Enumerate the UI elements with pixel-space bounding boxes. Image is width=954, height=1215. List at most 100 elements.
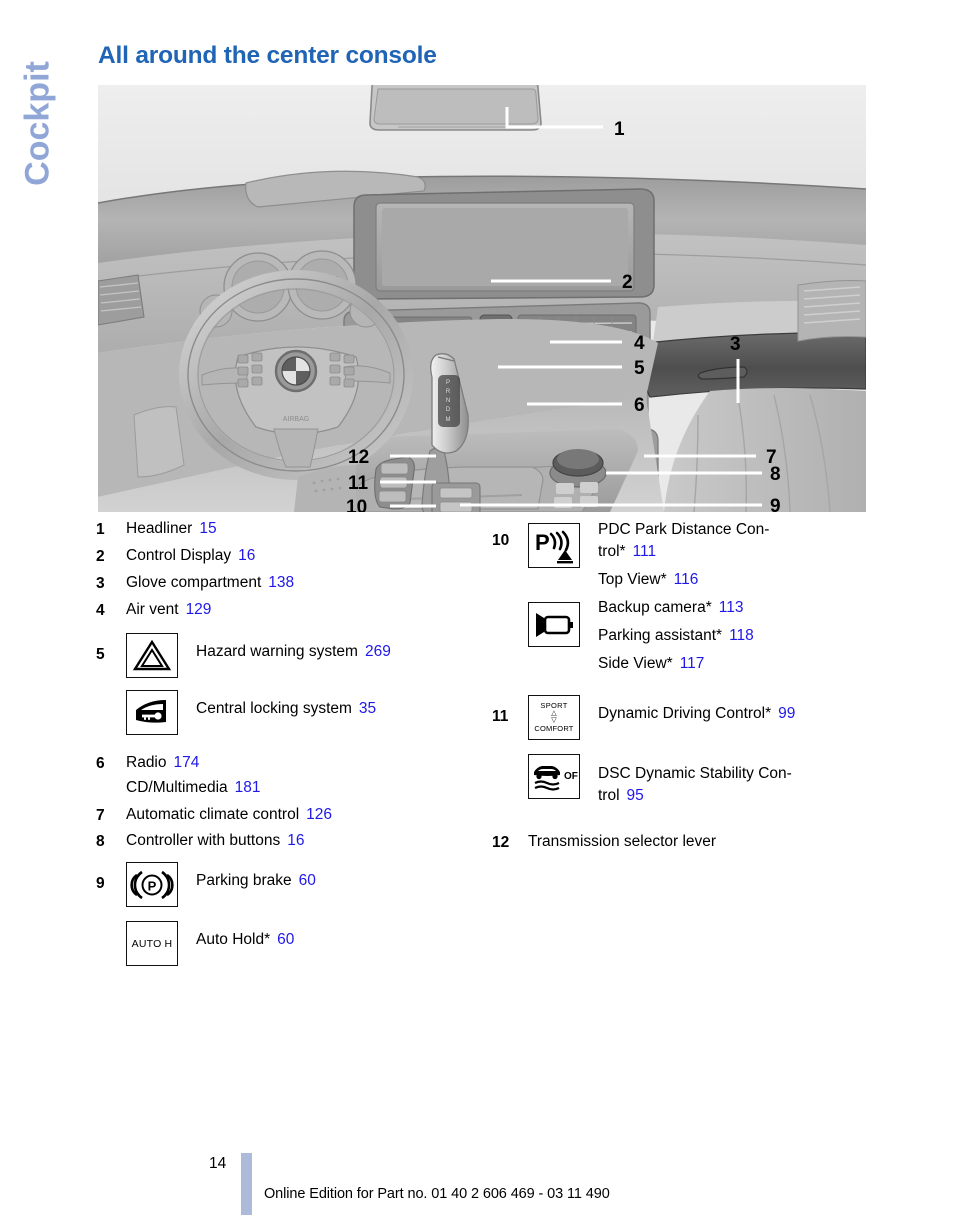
page-reference[interactable]: 60	[277, 931, 294, 948]
page-reference[interactable]: 15	[199, 520, 216, 537]
page-reference[interactable]: 269	[365, 643, 391, 660]
legend-entry: Transmission selector lever	[528, 832, 892, 853]
central-locking-door-key-icon	[126, 689, 178, 735]
callout-2: 2	[622, 272, 633, 293]
legend-entry: Control Display 16	[126, 546, 496, 567]
legend-label: Headliner	[126, 520, 193, 537]
page-reference[interactable]: 116	[674, 571, 699, 588]
legend-label: Air vent	[126, 600, 179, 618]
svg-text:D: D	[446, 407, 451, 413]
page-reference[interactable]: 118	[729, 627, 754, 644]
legend-entry: Controller with buttons 16	[126, 831, 496, 852]
page-reference[interactable]: 126	[306, 806, 332, 823]
legend-label: PDC Park Distance Con-	[598, 521, 770, 538]
legend-number: 4	[96, 601, 105, 619]
legend-item-8: 8 Controller with buttons 16	[96, 831, 496, 856]
auto-hold-icon-label: AUTO H	[131, 937, 173, 950]
dsc-off-icon: OFF	[528, 753, 580, 799]
page-reference[interactable]: 16	[238, 547, 255, 564]
svg-text:P: P	[446, 380, 450, 386]
svg-text:P: P	[535, 530, 550, 555]
sport-comfort-dynamic-drive-icon: SPORT △ ▽ COMFORT	[528, 694, 580, 740]
page-reference[interactable]: 174	[174, 754, 200, 771]
svg-text:N: N	[446, 398, 450, 404]
center-console-illustration: P R N D M AIRBAG 1 2 3 4 5 6 7 8 9 10 11…	[98, 85, 866, 512]
legend-label: Auto Hold*	[196, 931, 271, 949]
legend-sub-entry: CD/Multimedia 181	[126, 778, 496, 799]
legend-number: 11	[492, 707, 509, 725]
legend-entry: Glove compartment 138	[126, 573, 496, 594]
page-reference[interactable]: 117	[680, 655, 705, 672]
callout-12: 12	[348, 447, 369, 468]
legend-label: Glove compartment	[126, 573, 262, 591]
legend-label: Control Display	[126, 546, 232, 564]
legend-entry: Automatic climate control 126	[126, 805, 496, 826]
callout-5: 5	[634, 358, 645, 379]
page-reference[interactable]: 99	[778, 705, 795, 722]
legend-item-1: 1 Headliner 15	[96, 519, 496, 544]
legend-label: Top View*	[598, 571, 667, 588]
legend-label: Side View*	[598, 654, 673, 672]
legend-label: Dynamic Driving Control*	[598, 704, 772, 722]
callout-6: 6	[634, 395, 645, 416]
legend-item-2: 2 Control Display 16	[96, 546, 496, 571]
page-reference[interactable]: 138	[268, 574, 294, 591]
chapter-tab-label: Cockpit	[18, 61, 57, 186]
pdc-park-distance-control-icon: P	[528, 523, 580, 568]
callout-10: 10	[346, 497, 367, 512]
page-reference[interactable]: 113	[719, 599, 744, 616]
legend-number: 3	[96, 574, 105, 592]
legend-entry: PDC Park Distance Con- trol* 111	[598, 519, 858, 563]
legend-sub-entry: Parking assistant* 118	[598, 626, 892, 647]
legend-number: 12	[492, 833, 510, 851]
page-number: 14	[209, 1155, 227, 1172]
legend-item-7: 7 Automatic climate control 126	[96, 805, 496, 830]
legend-icon-entry: P PDC Park Distance Con- trol* 111 Top V…	[528, 519, 892, 679]
legend-left-column: 1 Headliner 15 2 Control Display 16 3 Glov…	[96, 519, 496, 977]
page-reference[interactable]: 16	[287, 832, 304, 849]
legend-item-11: 11 SPORT △ ▽ COMFORT Dynamic Driving Con…	[492, 694, 892, 816]
legend-icon-entry: OFF DSC Dynamic Stability Con- trol 95	[528, 753, 892, 807]
legend-icon-entry: Central locking system 35	[126, 689, 496, 735]
legend-sub-entry: Backup camera* 113	[598, 598, 892, 619]
legend-label: DSC Dynamic Stability Con-	[598, 764, 792, 782]
legend-item-12: 12 Transmission selector lever	[492, 832, 892, 857]
legend-entry: Air vent 129	[126, 600, 496, 621]
legend-item-3: 3 Glove compartment 138	[96, 573, 496, 598]
page-reference[interactable]: 129	[186, 601, 212, 618]
legend-entry: Radio 174	[126, 753, 496, 774]
legend-item-4: 4 Air vent 129	[96, 600, 496, 625]
auto-hold-icon: AUTO H	[126, 921, 178, 967]
page-reference[interactable]: 181	[235, 779, 261, 796]
dsc-off-text: OFF	[564, 771, 578, 782]
chapter-tab: Cockpit	[0, 36, 80, 236]
callout-1: 1	[614, 119, 625, 140]
up-triangle-icon: △	[551, 709, 557, 717]
legend-number: 1	[96, 521, 105, 538]
legend-right-column: 10 P PDC Park Distance Con- trol* 111 To…	[492, 519, 892, 859]
page-reference[interactable]: 35	[359, 700, 376, 717]
comfort-label: COMFORT	[534, 723, 574, 733]
sport-label: SPORT	[540, 700, 568, 710]
legend-label: Transmission selector lever	[528, 832, 717, 850]
footer-accent-bar	[241, 1153, 252, 1215]
legend-entry: Headliner 15	[126, 519, 496, 540]
legend-label: Central locking system	[196, 699, 352, 717]
legend-number: 7	[96, 806, 105, 824]
legend-label: Backup camera*	[598, 598, 712, 616]
page-reference[interactable]: 111	[633, 543, 657, 560]
legend-number: 8	[96, 833, 105, 851]
page-reference[interactable]: 95	[627, 787, 644, 804]
footer-note: Online Edition for Part no. 01 40 2 606 …	[264, 1186, 610, 1202]
legend-item-6: 6 Radio 174 CD/Multimedia 181	[96, 753, 496, 803]
svg-text:R: R	[446, 389, 451, 395]
legend-number: 5	[96, 645, 105, 663]
legend-label: Controller with buttons	[126, 832, 281, 850]
page-reference[interactable]: 60	[299, 872, 316, 889]
callout-3: 3	[730, 334, 741, 355]
callout-9: 9	[770, 496, 781, 512]
legend-label: Parking brake	[196, 872, 292, 890]
legend-number: 6	[96, 754, 105, 772]
svg-text:AIRBAG: AIRBAG	[283, 416, 309, 423]
legend-item-5: 5 Hazard warning system 269 Central lock…	[96, 632, 496, 744]
